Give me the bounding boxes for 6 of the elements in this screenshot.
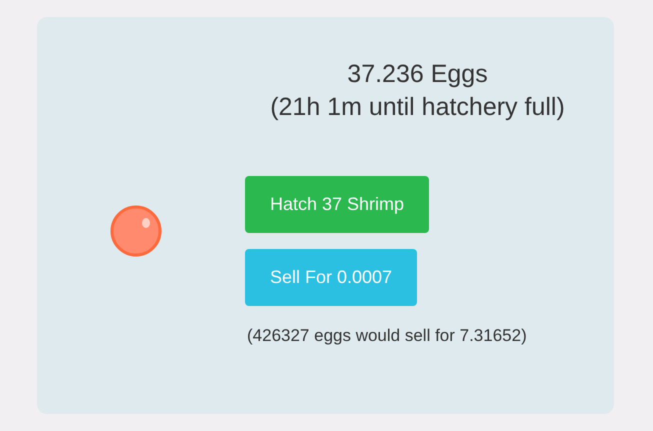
sell-estimate: (426327 eggs would sell for 7.31652) [247,326,527,346]
egg-icon [110,205,162,257]
hatchery-time: (21h 1m until hatchery full) [270,92,565,123]
hatch-button[interactable]: Hatch 37 Shrimp [245,176,430,233]
sell-button[interactable]: Sell For 0.0007 [245,249,418,306]
egg-count: 37.236 Eggs [347,59,488,90]
